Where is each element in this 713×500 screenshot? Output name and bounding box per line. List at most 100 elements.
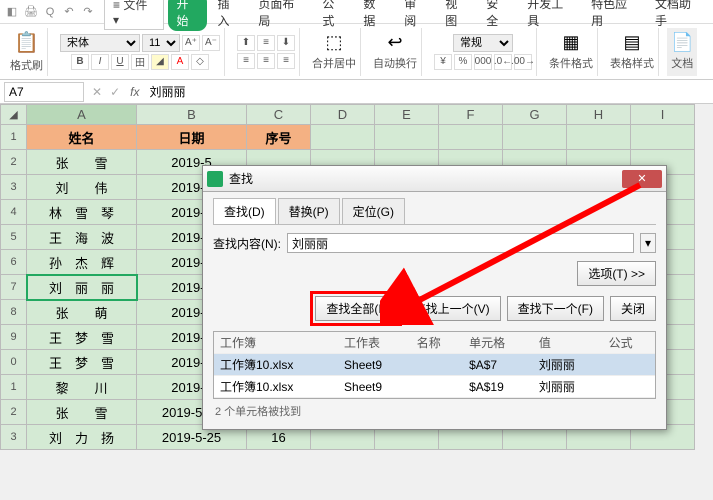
currency-icon[interactable]: ¥ bbox=[434, 54, 452, 70]
increase-font-icon[interactable]: A⁺ bbox=[182, 35, 200, 51]
row-header[interactable]: 3 bbox=[1, 175, 27, 200]
font-size-select[interactable]: 11 bbox=[142, 34, 180, 52]
paste-icon[interactable]: 📋 bbox=[14, 30, 39, 55]
cell[interactable]: 日期 bbox=[137, 125, 247, 150]
italic-icon[interactable]: I bbox=[91, 54, 109, 70]
close-icon[interactable]: ✕ bbox=[622, 170, 662, 188]
cell[interactable] bbox=[375, 125, 439, 150]
bold-icon[interactable]: B bbox=[71, 54, 89, 70]
tab-goto[interactable]: 定位(G) bbox=[342, 198, 405, 224]
row-header[interactable]: 1 bbox=[1, 375, 27, 400]
result-header[interactable]: 工作簿 bbox=[214, 332, 338, 354]
condformat-icon[interactable]: ▦ bbox=[562, 32, 579, 53]
cell[interactable] bbox=[439, 125, 503, 150]
row-header[interactable]: 8 bbox=[1, 300, 27, 325]
tab-pagelayout[interactable]: 页面布局 bbox=[250, 0, 312, 31]
cell[interactable]: 王 梦 雪 bbox=[27, 350, 137, 375]
row-header[interactable]: 9 bbox=[1, 325, 27, 350]
tab-replace[interactable]: 替换(P) bbox=[278, 198, 340, 224]
tab-dochelper[interactable]: 文档助手 bbox=[647, 0, 709, 31]
cell[interactable]: 张 雪 bbox=[27, 150, 137, 175]
result-row[interactable]: 工作簿10.xlsxSheet9$A$7刘丽丽 bbox=[214, 354, 655, 376]
tab-view[interactable]: 视图 bbox=[437, 0, 476, 31]
cell[interactable]: 张 雪 bbox=[27, 400, 137, 425]
results-table[interactable]: 工作簿工作表名称单元格值公式工作簿10.xlsxSheet9$A$7刘丽丽工作簿… bbox=[213, 331, 656, 399]
comma-icon[interactable]: 000 bbox=[474, 54, 492, 70]
tab-special[interactable]: 特色应用 bbox=[583, 0, 645, 31]
dec-inc-icon[interactable]: .0← bbox=[494, 54, 512, 70]
fill-color-icon[interactable]: ◢ bbox=[151, 54, 169, 70]
result-header[interactable]: 名称 bbox=[411, 332, 463, 354]
col-header-A[interactable]: A bbox=[27, 105, 137, 125]
close-button[interactable]: 关闭 bbox=[610, 296, 656, 321]
qat-icon[interactable]: Q bbox=[42, 4, 58, 20]
row-header[interactable]: 7 bbox=[1, 275, 27, 300]
border-icon[interactable]: 田 bbox=[131, 54, 149, 70]
dialog-titlebar[interactable]: 查找 ✕ bbox=[203, 166, 666, 192]
row-header[interactable]: 4 bbox=[1, 200, 27, 225]
tab-find[interactable]: 查找(D) bbox=[213, 198, 276, 224]
cell[interactable] bbox=[567, 125, 631, 150]
tab-security[interactable]: 安全 bbox=[478, 0, 517, 31]
find-all-button[interactable]: 查找全部(I) bbox=[315, 296, 396, 321]
cell[interactable]: 张 萌 bbox=[27, 300, 137, 325]
number-format-select[interactable]: 常规 bbox=[453, 34, 513, 52]
find-next-button[interactable]: 查找下一个(F) bbox=[507, 296, 604, 321]
result-header[interactable]: 单元格 bbox=[463, 332, 533, 354]
clear-format-icon[interactable]: ◇ bbox=[191, 54, 209, 70]
row-header[interactable]: 2 bbox=[1, 400, 27, 425]
cell[interactable] bbox=[503, 125, 567, 150]
name-box[interactable] bbox=[4, 82, 84, 102]
row-header[interactable]: 2 bbox=[1, 150, 27, 175]
font-color-icon[interactable]: A bbox=[171, 54, 189, 70]
qat-icon[interactable]: ↷ bbox=[80, 4, 96, 20]
col-header-C[interactable]: C bbox=[247, 105, 311, 125]
merge-icon[interactable]: ⬚ bbox=[325, 32, 342, 53]
fx-cancel-icon[interactable]: ✕ bbox=[88, 85, 106, 99]
docs-icon[interactable]: 📄 bbox=[671, 32, 693, 53]
cell[interactable]: 序号 bbox=[247, 125, 311, 150]
col-header-F[interactable]: F bbox=[439, 105, 503, 125]
tab-review[interactable]: 审阅 bbox=[396, 0, 435, 31]
qat-icon[interactable]: ↶ bbox=[61, 4, 77, 20]
dropdown-icon[interactable]: ▾ bbox=[640, 233, 656, 253]
format-brush-label[interactable]: 格式刷 bbox=[10, 57, 43, 73]
font-name-select[interactable]: 宋体 bbox=[60, 34, 140, 52]
cell[interactable]: 刘 丽 丽 bbox=[27, 275, 137, 300]
cell[interactable]: 刘 力 扬 bbox=[27, 425, 137, 450]
tab-formula[interactable]: 公式 bbox=[314, 0, 353, 31]
fx-icon[interactable]: fx bbox=[124, 85, 145, 99]
col-header-I[interactable]: I bbox=[631, 105, 695, 125]
tab-developer[interactable]: 开发工具 bbox=[519, 0, 581, 31]
row-header[interactable]: 1 bbox=[1, 125, 27, 150]
wrap-icon[interactable]: ↩ bbox=[387, 32, 402, 53]
cell[interactable]: 王 海 波 bbox=[27, 225, 137, 250]
cell[interactable]: 姓名 bbox=[27, 125, 137, 150]
options-button[interactable]: 选项(T) >> bbox=[577, 261, 656, 286]
cell[interactable] bbox=[311, 125, 375, 150]
cell[interactable]: 黎 川 bbox=[27, 375, 137, 400]
tab-insert[interactable]: 插入 bbox=[209, 0, 248, 31]
find-prev-button[interactable]: 查找上一个(V) bbox=[403, 296, 501, 321]
result-row[interactable]: 工作簿10.xlsxSheet9$A$19刘丽丽 bbox=[214, 376, 655, 398]
cell[interactable]: 王 梦 雪 bbox=[27, 325, 137, 350]
row-header[interactable]: 0 bbox=[1, 350, 27, 375]
row-header[interactable]: 3 bbox=[1, 425, 27, 450]
result-header[interactable]: 工作表 bbox=[338, 332, 411, 354]
align-center-icon[interactable]: ≡ bbox=[257, 53, 275, 69]
cell[interactable] bbox=[631, 125, 695, 150]
tablestyle-icon[interactable]: ▤ bbox=[623, 32, 640, 53]
fx-confirm-icon[interactable]: ✓ bbox=[106, 85, 124, 99]
col-header-D[interactable]: D bbox=[311, 105, 375, 125]
row-header[interactable]: 5 bbox=[1, 225, 27, 250]
align-left-icon[interactable]: ≡ bbox=[237, 53, 255, 69]
percent-icon[interactable]: % bbox=[454, 54, 472, 70]
tab-home[interactable]: 开始 bbox=[168, 0, 207, 31]
cell[interactable]: 林 雪 琴 bbox=[27, 200, 137, 225]
underline-icon[interactable]: U bbox=[111, 54, 129, 70]
dec-dec-icon[interactable]: .00→ bbox=[514, 54, 532, 70]
file-menu[interactable]: ≡ 文件 ▾ bbox=[104, 0, 164, 30]
decrease-font-icon[interactable]: A⁻ bbox=[202, 35, 220, 51]
search-input[interactable] bbox=[287, 233, 634, 253]
cell[interactable]: 孙 杰 辉 bbox=[27, 250, 137, 275]
